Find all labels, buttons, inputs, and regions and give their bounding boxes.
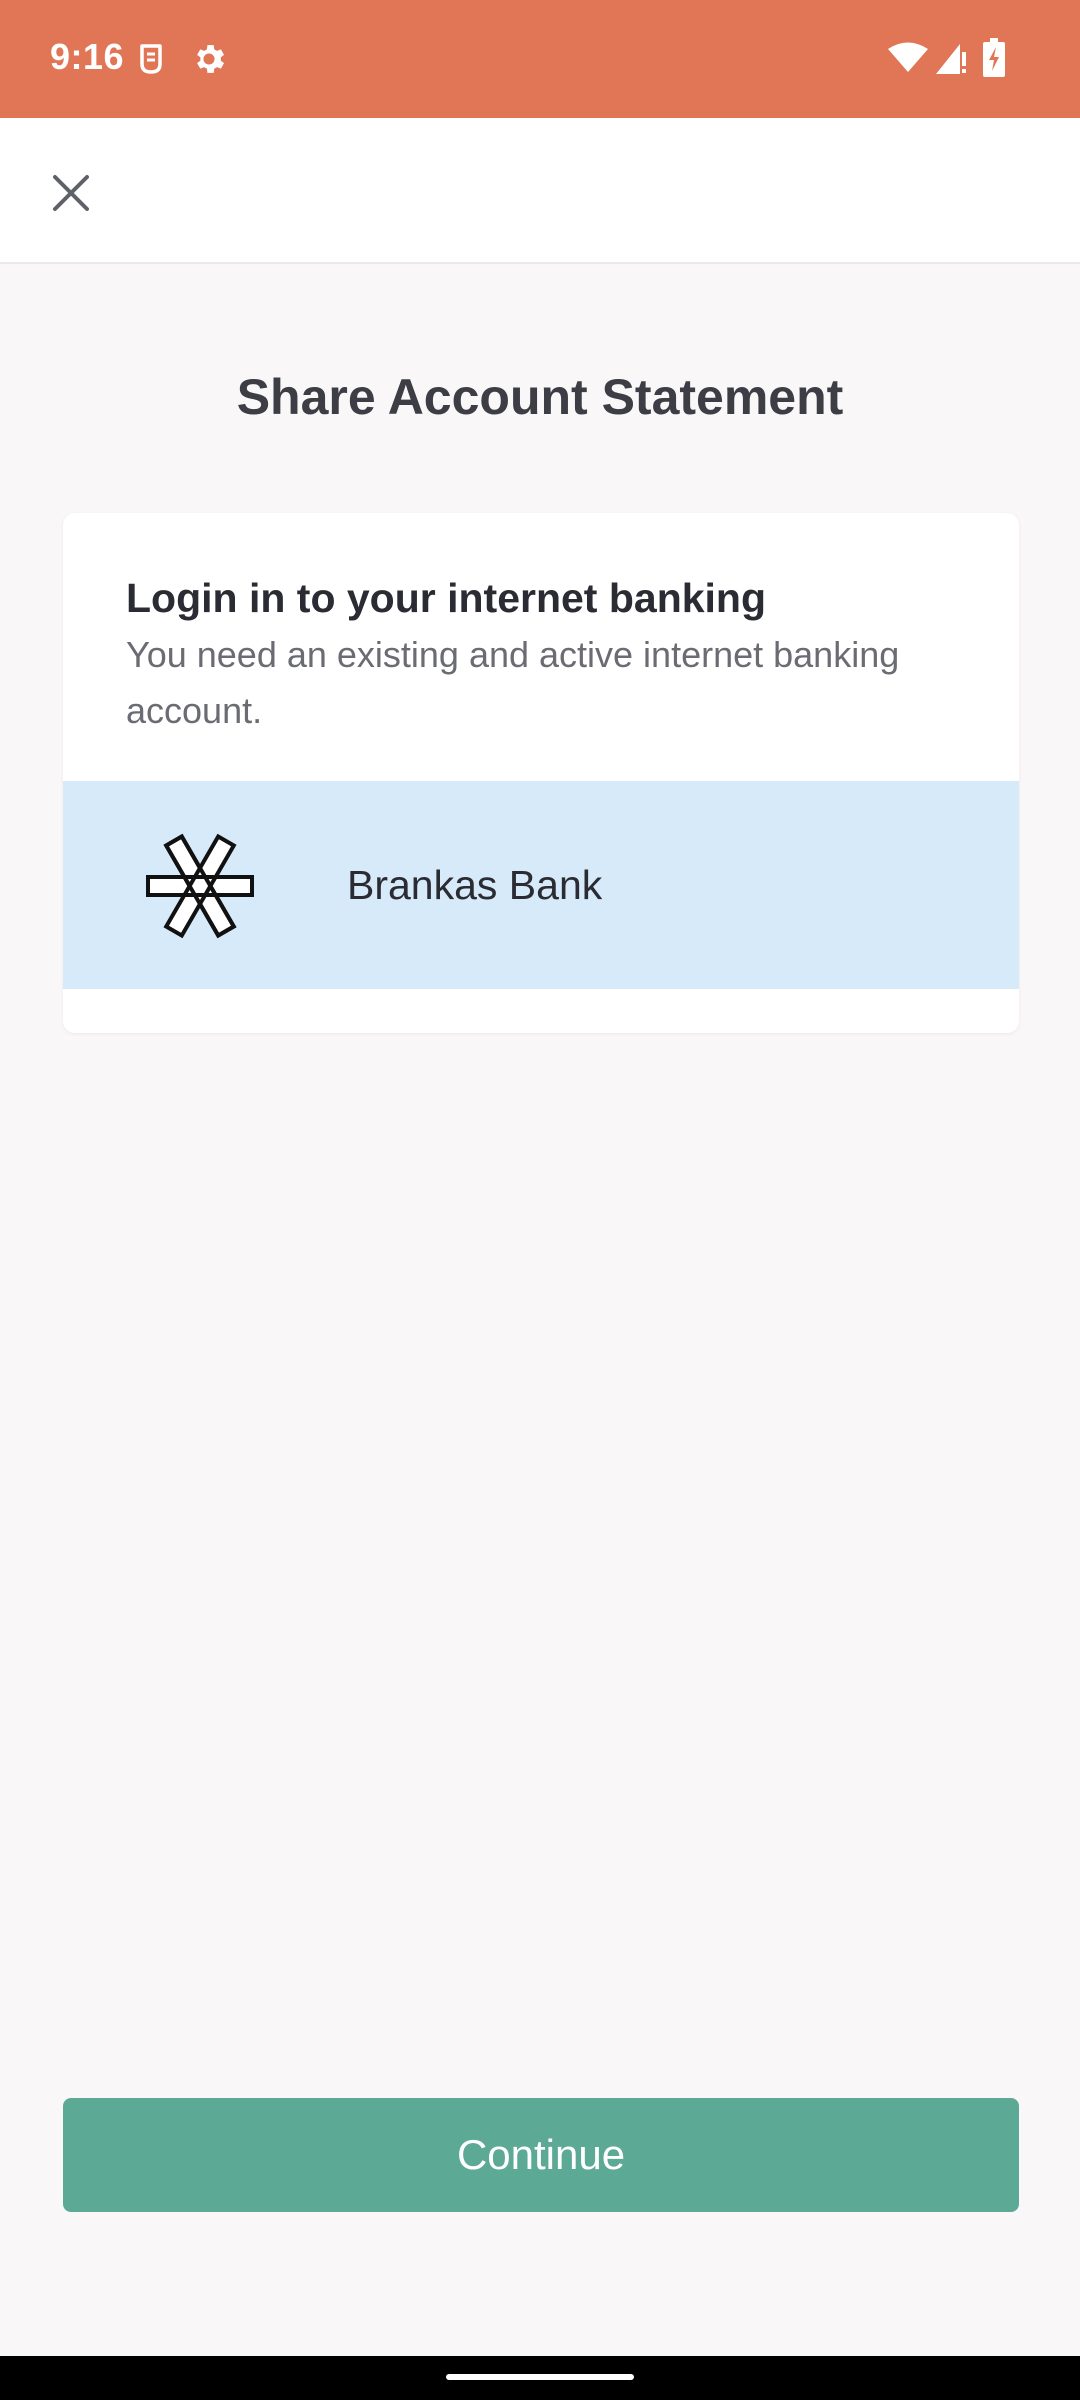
- settings-gear-icon: [197, 45, 225, 73]
- notification-app-icon: [140, 44, 162, 74]
- brankas-asterisk-logo: [146, 833, 254, 939]
- status-time: 9:16: [50, 36, 125, 77]
- home-indicator[interactable]: [446, 2374, 634, 2380]
- bank-name: Brankas Bank: [347, 861, 603, 908]
- system-navigation-bar: [0, 2356, 1080, 2400]
- bank-selection-card: Login in to your internet banking You ne…: [63, 513, 1019, 1033]
- close-button[interactable]: [36, 158, 106, 228]
- close-icon: [53, 175, 89, 211]
- cell-signal-icon: [936, 44, 966, 74]
- battery-charging-icon: [983, 38, 1005, 77]
- status-bar: 9:16: [0, 0, 1080, 118]
- top-app-bar: [0, 118, 1080, 264]
- continue-button[interactable]: Continue: [63, 2098, 1019, 2212]
- card-heading: Login in to your internet banking: [126, 575, 767, 621]
- wifi-icon: [888, 42, 928, 72]
- page-title: Share Account Statement: [236, 369, 844, 425]
- card-subtitle: You need an existing and active internet…: [126, 634, 900, 731]
- bank-option-brankas[interactable]: Brankas Bank: [63, 781, 1019, 989]
